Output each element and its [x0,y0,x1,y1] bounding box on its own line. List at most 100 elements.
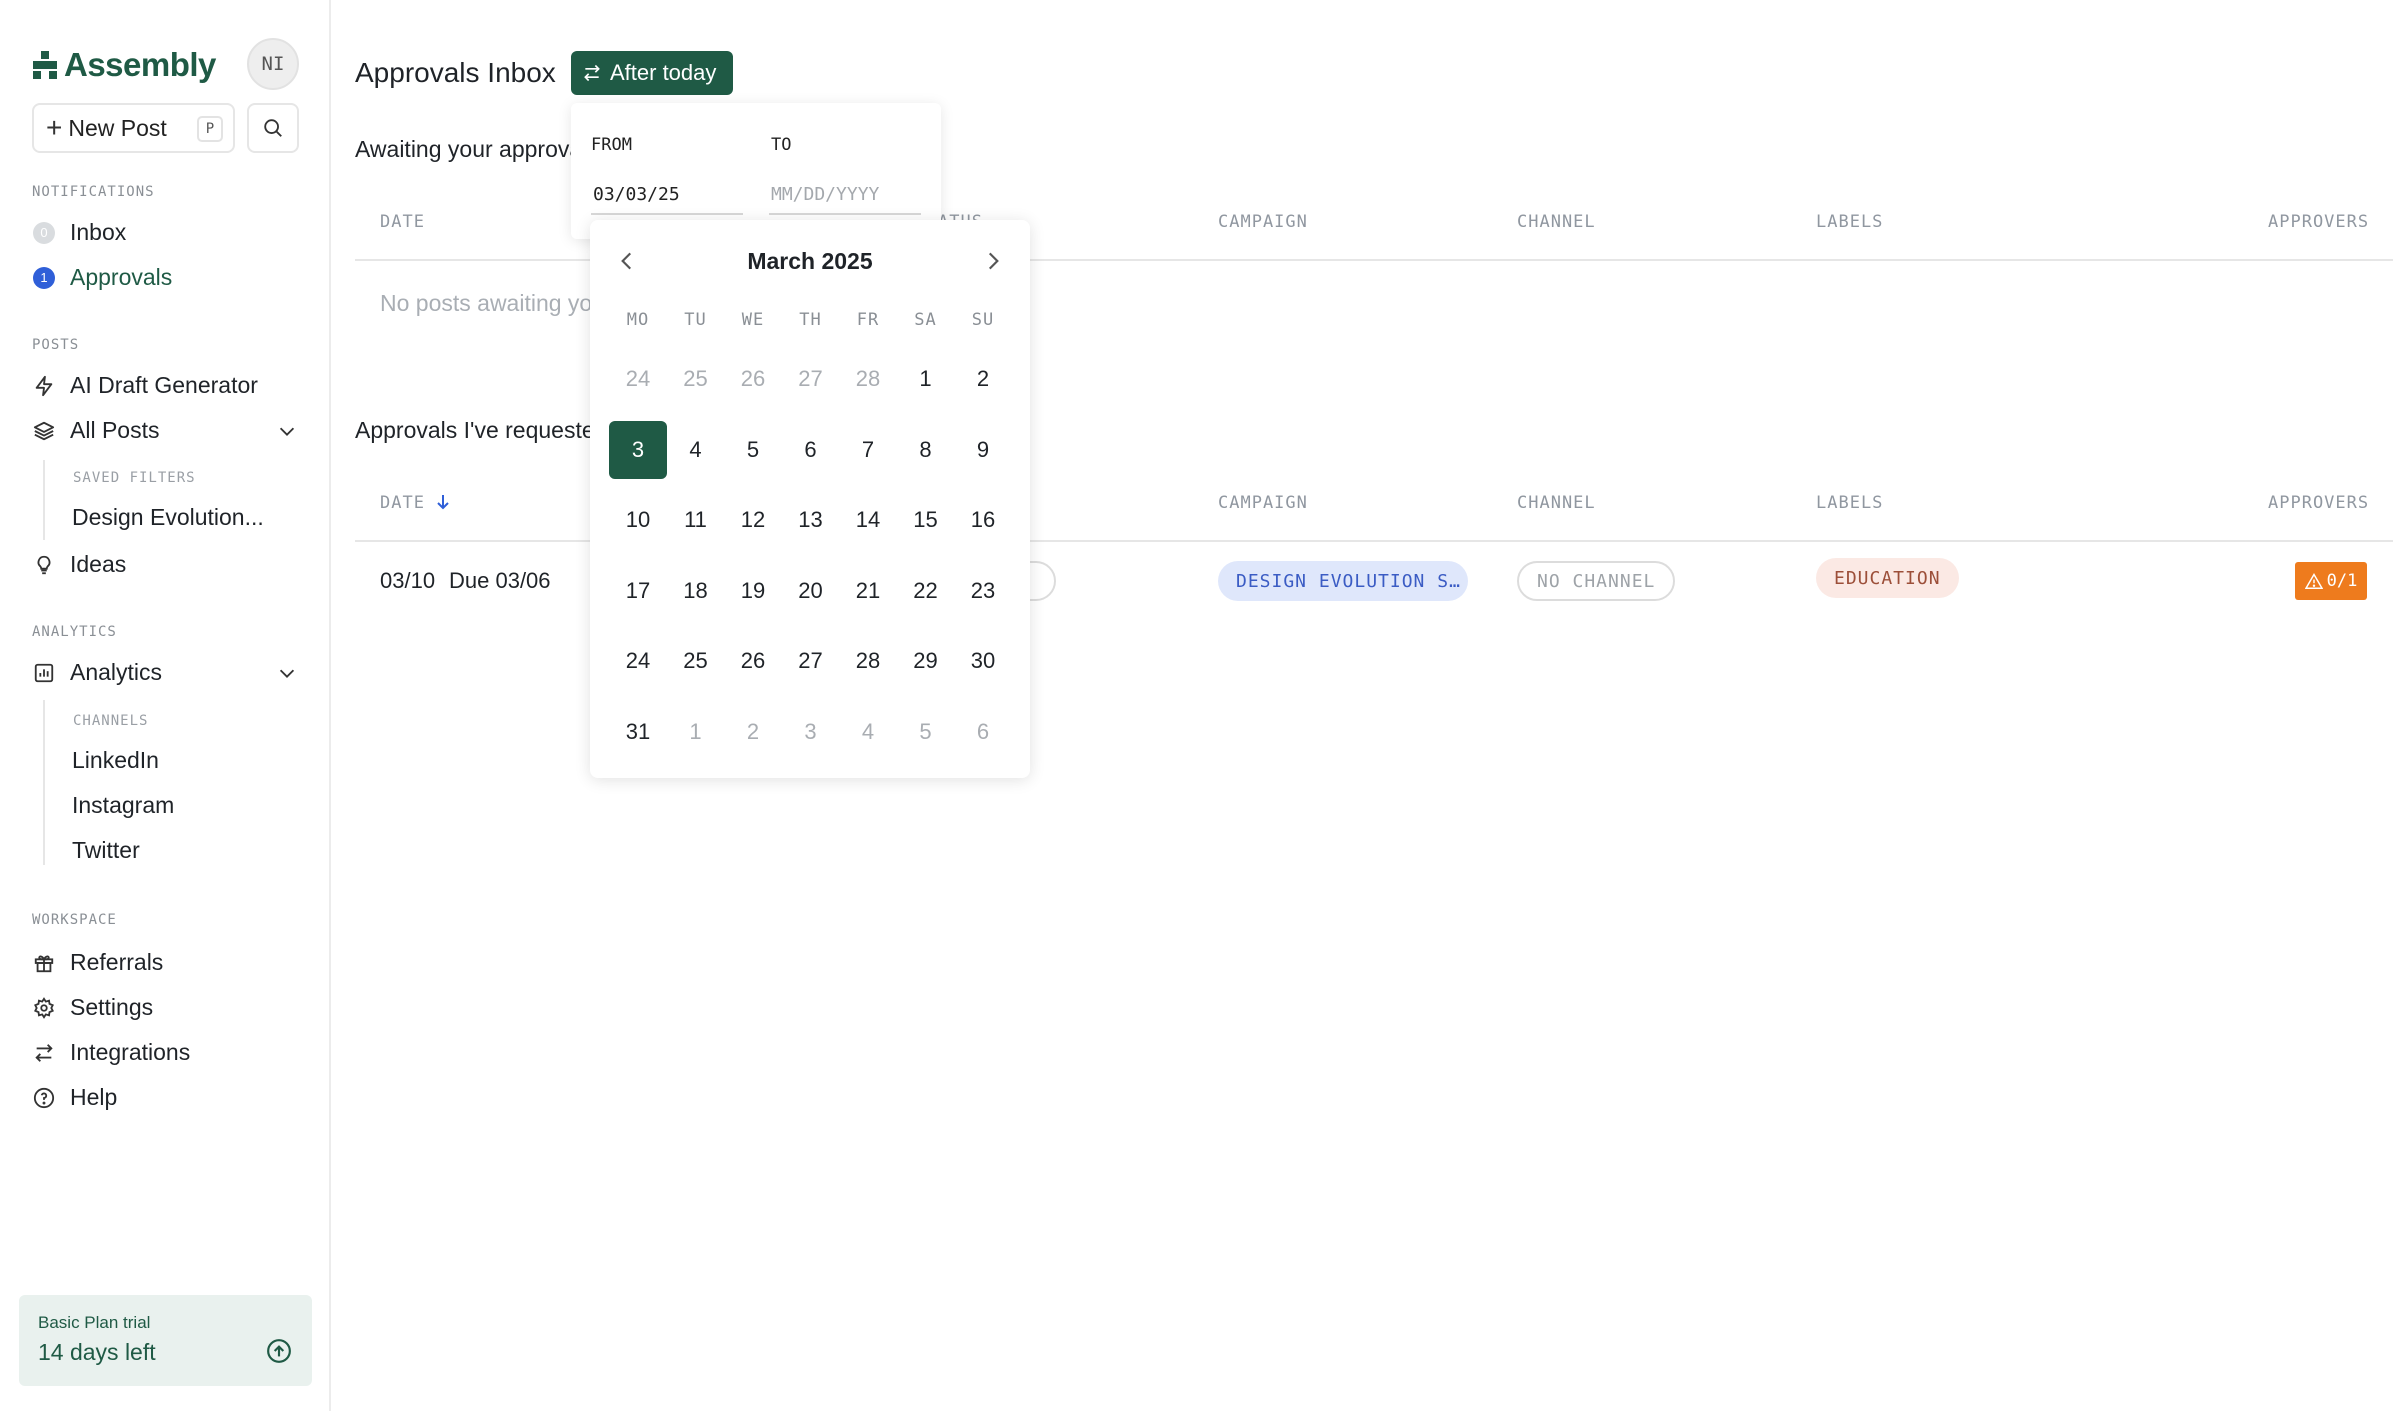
to-date-input[interactable] [769,175,921,215]
calendar-day[interactable]: 7 [839,421,897,479]
sidebar: Assembly NI + New Post P NOTIFICATIONS 0… [0,0,331,1411]
calendar-day[interactable]: 21 [839,562,897,620]
empty-state-text: No posts awaiting yo [380,290,593,316]
sidebar-item-referrals[interactable]: Referrals [32,949,163,976]
calendar-day[interactable]: 28 [839,632,897,690]
calendar-day[interactable]: 19 [724,562,782,620]
warning-icon [2304,573,2323,589]
calendar-day[interactable]: 30 [954,632,1012,690]
calendar-day[interactable]: 17 [609,562,667,620]
date-filter-button[interactable]: After today [571,51,733,95]
section-label-analytics: ANALYTICS [32,624,117,640]
calendar-day[interactable]: 27 [782,350,840,408]
column-header-channel[interactable]: CHANNEL [1517,493,1596,513]
calendar-day[interactable]: 6 [954,703,1012,761]
new-post-label: New Post [68,114,167,141]
weekday-header: TU [684,310,707,330]
approvers-status-badge[interactable]: 0/1 [2295,562,2367,600]
calendar-day[interactable]: 14 [839,491,897,549]
sidebar-item-label: Integrations [70,1039,191,1065]
sidebar-item-help[interactable]: Help [32,1084,117,1111]
sidebar-item-label: Referrals [70,949,164,975]
from-label: FROM [591,135,632,155]
sidebar-item-all-posts[interactable]: All Posts [32,417,159,444]
help-circle-icon [32,1086,56,1110]
calendar-day[interactable]: 5 [724,421,782,479]
calendar-day[interactable]: 28 [839,350,897,408]
search-button[interactable] [247,103,299,153]
calendar-day[interactable]: 4 [667,421,725,479]
upgrade-arrow-icon[interactable] [266,1338,292,1364]
sidebar-item-approvals[interactable]: 1 Approvals [32,264,172,291]
approvals-count-badge: 1 [33,266,55,289]
column-header-approvers[interactable]: APPROVERS [2268,493,2369,513]
column-header-channel[interactable]: CHANNEL [1517,212,1596,232]
chevron-down-icon[interactable] [276,662,298,684]
section-label-notifications: NOTIFICATIONS [32,184,155,200]
campaign-chip[interactable]: DESIGN EVOLUTION S… [1218,561,1468,601]
calendar-day[interactable]: 27 [782,632,840,690]
weekday-header: TH [799,310,822,330]
calendar-day[interactable]: 3 [782,703,840,761]
calendar-day[interactable]: 23 [954,562,1012,620]
channel-item-linkedin[interactable]: LinkedIn [72,747,159,774]
sidebar-item-settings[interactable]: Settings [32,994,153,1021]
calendar-day[interactable]: 22 [897,562,955,620]
saved-filter-item[interactable]: Design Evolution... [72,504,264,531]
calendar-day[interactable]: 26 [724,632,782,690]
channel-item-instagram[interactable]: Instagram [72,792,174,819]
calendar-day[interactable]: 18 [667,562,725,620]
calendar-day[interactable]: 5 [897,703,955,761]
column-header-campaign[interactable]: CAMPAIGN [1218,212,1308,232]
calendar-day[interactable]: 1 [897,350,955,408]
from-date-input[interactable] [591,175,743,215]
trial-title: Basic Plan trial [38,1313,151,1332]
calendar-day[interactable]: 26 [724,350,782,408]
sidebar-item-ideas[interactable]: Ideas [32,551,126,578]
calendar-day[interactable]: 6 [782,421,840,479]
calendar-day[interactable]: 25 [667,632,725,690]
date-filter-label: After today [610,60,717,85]
column-header-campaign[interactable]: CAMPAIGN [1218,493,1308,513]
column-header-date-sorted[interactable]: DATE [380,493,450,513]
calendar-day[interactable]: 4 [839,703,897,761]
calendar-day[interactable]: 31 [609,703,667,761]
calendar-day[interactable]: 24 [609,632,667,690]
channel-item-twitter[interactable]: Twitter [72,837,140,864]
sidebar-item-integrations[interactable]: Integrations [32,1039,190,1066]
calendar-day[interactable]: 13 [782,491,840,549]
sidebar-item-ai-draft-generator[interactable]: AI Draft Generator [32,372,258,399]
new-post-button[interactable]: + New Post P [32,103,235,153]
calendar-day[interactable]: 10 [609,491,667,549]
sidebar-item-analytics[interactable]: Analytics [32,659,162,686]
column-header-approvers[interactable]: APPROVERS [2268,212,2369,232]
calendar-day-selected[interactable]: 3 [609,420,667,479]
calendar-day[interactable]: 2 [724,703,782,761]
sidebar-item-label: AI Draft Generator [70,372,258,398]
calendar-day[interactable]: 11 [667,491,725,549]
chevron-right-icon[interactable] [980,248,1006,274]
calendar-day[interactable]: 29 [897,632,955,690]
calendar-day[interactable]: 20 [782,562,840,620]
assembly-logo-icon [33,51,57,79]
column-header-labels[interactable]: LABELS [1816,493,1883,513]
calendar-day[interactable]: 24 [609,350,667,408]
avatar[interactable]: NI [247,38,299,90]
calendar-day[interactable]: 12 [724,491,782,549]
calendar-day[interactable]: 9 [954,421,1012,479]
calendar-day[interactable]: 2 [954,350,1012,408]
assembly-logo[interactable]: Assembly [32,46,216,84]
calendar-day[interactable]: 8 [897,421,955,479]
column-header-labels[interactable]: LABELS [1816,212,1883,232]
chevron-down-icon[interactable] [276,420,298,442]
calendar-day[interactable]: 1 [667,703,725,761]
sidebar-item-inbox[interactable]: 0 Inbox [32,219,126,246]
weekday-header: FR [856,310,880,330]
trial-banner[interactable]: Basic Plan trial 14 days left [19,1295,312,1386]
column-header-date[interactable]: DATE [380,212,425,232]
weekday-header: SU [971,310,995,330]
trial-days-left: 14 days left [38,1339,156,1365]
calendar-day[interactable]: 16 [954,491,1012,549]
calendar-day[interactable]: 15 [897,491,955,549]
calendar-day[interactable]: 25 [667,350,725,408]
